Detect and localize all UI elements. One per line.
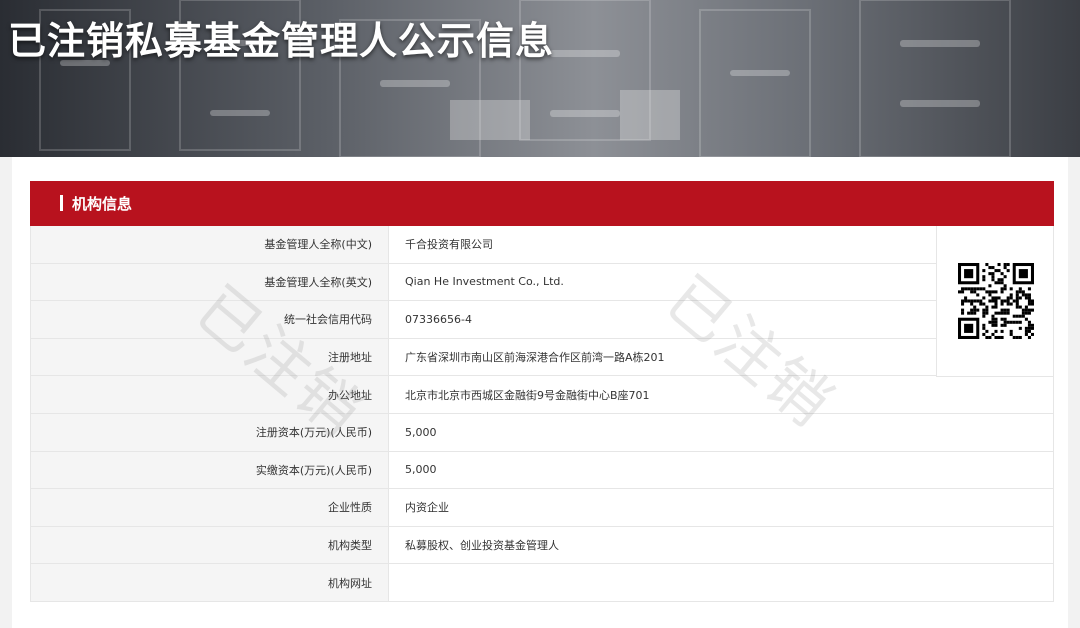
row-value: 北京市北京市西城区金融街9号金融街中心B座701 [389,376,1054,413]
row-label: 注册资本(万元)(人民币) [31,413,389,451]
row-value: 5,000 [389,451,1054,489]
row-value: 内资企业 [389,489,1054,526]
row-label: 基金管理人全称(中文) [31,226,389,263]
table-row: 基金管理人全称(英文) Qian He Investment Co., Ltd. [31,263,1054,302]
table-row: 办公地址 北京市北京市西城区金融街9号金融街中心B座701 [31,376,1054,414]
row-value[interactable] [389,564,1054,601]
row-label: 统一社会信用代码 [31,301,389,338]
table-row: 机构网址 [31,564,1054,602]
row-value: 广东省深圳市南山区前海深港合作区前湾一路A栋201 [389,338,937,376]
row-label: 机构类型 [31,526,389,564]
section-header: 机构信息 [30,181,1054,226]
row-value: Qian He Investment Co., Ltd. [389,263,937,301]
info-card: 机构信息 基金管理人全称(中文) 千合投资有限公司 基金管理人全称(英文) Qi… [12,157,1068,628]
row-label: 企业性质 [31,489,389,526]
row-value: 5,000 [389,413,1054,451]
qr-code-icon [958,263,1034,339]
row-label: 办公地址 [31,376,389,413]
qr-code-box [936,226,1054,377]
section-title: 机构信息 [72,195,133,213]
header-banner: 已注销私募基金管理人公示信息 [0,0,1080,157]
row-label: 基金管理人全称(英文) [31,263,389,301]
table-row: 注册资本(万元)(人民币) 5,000 [31,413,1054,452]
table-row: 基金管理人全称(中文) 千合投资有限公司 [31,226,1054,264]
row-value: 千合投资有限公司 [389,226,937,263]
table-row: 注册地址 广东省深圳市南山区前海深港合作区前湾一路A栋201 [31,338,1054,377]
row-label: 实缴资本(万元)(人民币) [31,451,389,489]
table-row: 实缴资本(万元)(人民币) 5,000 [31,451,1054,490]
row-value: 私募股权、创业投资基金管理人 [389,526,1054,564]
info-table: 基金管理人全称(中文) 千合投资有限公司 基金管理人全称(英文) Qian He… [30,226,1054,602]
row-label: 注册地址 [31,338,389,376]
table-row: 企业性质 内资企业 [31,489,1054,527]
table-row: 机构类型 私募股权、创业投资基金管理人 [31,526,1054,565]
row-value: 07336656-4 [389,301,937,338]
page-title: 已注销私募基金管理人公示信息 [8,19,555,63]
table-row: 统一社会信用代码 07336656-4 [31,301,1054,339]
row-label: 机构网址 [31,564,389,601]
section-marker [60,195,63,211]
